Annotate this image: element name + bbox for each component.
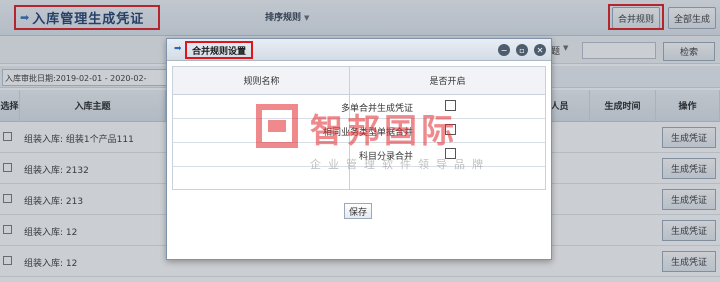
- rule-row: 相同业务类型单据合并: [173, 119, 545, 143]
- col-rule-name: 规则名称: [173, 67, 350, 95]
- dialog-header[interactable]: ➡ 合并规则设置 − ▫ ✕: [167, 39, 551, 61]
- minimize-icon[interactable]: −: [498, 44, 510, 56]
- arrow-right-icon: ➡: [174, 44, 182, 54]
- rule-name: 多单合并生成凭证: [340, 104, 413, 114]
- save-button[interactable]: 保存: [344, 203, 372, 219]
- rule-checkbox[interactable]: [445, 148, 456, 159]
- rule-row: 多单合并生成凭证: [173, 95, 545, 119]
- rule-name: 相同业务类型单据合并: [322, 128, 413, 138]
- maximize-icon[interactable]: ▫: [516, 44, 528, 56]
- close-icon[interactable]: ✕: [534, 44, 546, 56]
- rule-checkbox[interactable]: [445, 124, 456, 135]
- rule-table: 规则名称 是否开启 多单合并生成凭证 相同业务类型单据合并 科目分录合并: [172, 66, 546, 190]
- dialog-title: 合并规则设置: [185, 41, 253, 59]
- rule-checkbox[interactable]: [445, 100, 456, 111]
- rule-name: 科目分录合并: [358, 152, 413, 162]
- col-enabled: 是否开启: [350, 67, 545, 95]
- merge-rule-dialog: ➡ 合并规则设置 − ▫ ✕ 规则名称 是否开启 多单合并生成凭证 相同业务类型…: [166, 38, 552, 260]
- rule-row: 科目分录合并: [173, 143, 545, 167]
